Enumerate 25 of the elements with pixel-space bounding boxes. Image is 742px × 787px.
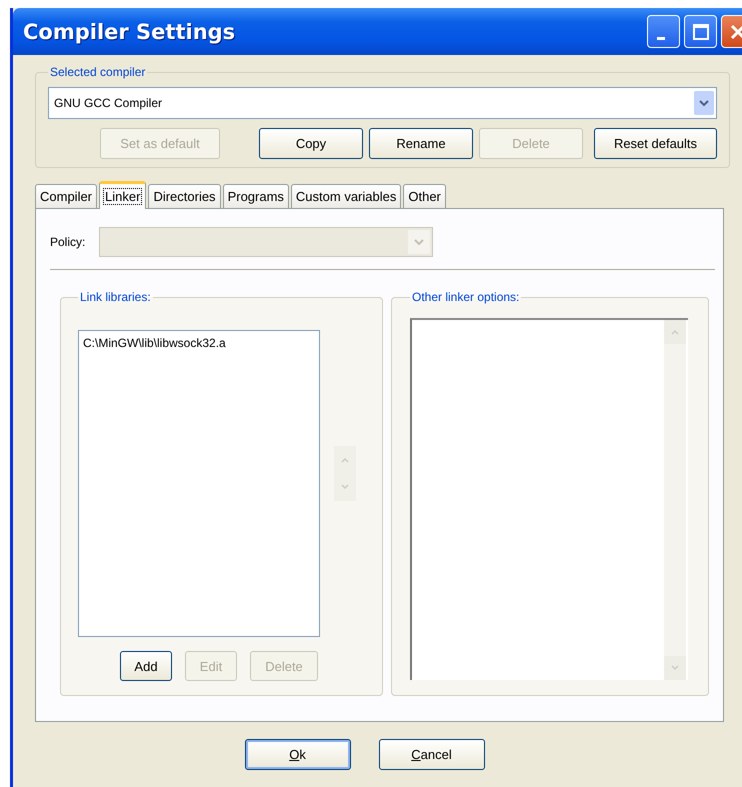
maximize-icon [692,22,710,40]
policy-label: Policy: [50,235,86,249]
tab[interactable]: Directories [148,184,221,208]
window-title: Compiler Settings [23,20,236,44]
tab[interactable]: Custom variables [290,184,402,208]
dialog-button[interactable]: Ok [244,739,350,770]
compiler-button[interactable]: Rename [369,128,473,159]
group-label: Other linker options: [411,290,520,304]
compiler-button[interactable]: Copy [259,128,363,159]
dialog-button[interactable]: Cancel [378,739,484,770]
tab[interactable]: Programs [222,184,289,208]
group-label: Link libraries: [79,290,152,304]
compiler-button[interactable]: Reset defaults [594,128,717,159]
tab[interactable]: Compiler [35,184,98,208]
compiler-dropdown[interactable]: GNU GCC Compiler [48,87,717,119]
minimize-icon [656,37,664,40]
library-button[interactable]: Add [120,651,172,681]
tab[interactable]: Linker [99,181,146,209]
group-label: Selected compiler [49,65,146,79]
linker-options-field[interactable] [410,318,688,680]
tab[interactable]: Other [403,184,446,208]
close-icon [728,22,742,40]
maximize-button[interactable] [684,15,717,48]
minimize-button[interactable] [647,15,680,48]
library-item[interactable]: C:\MinGW\lib\libwsock32.a [83,336,315,350]
